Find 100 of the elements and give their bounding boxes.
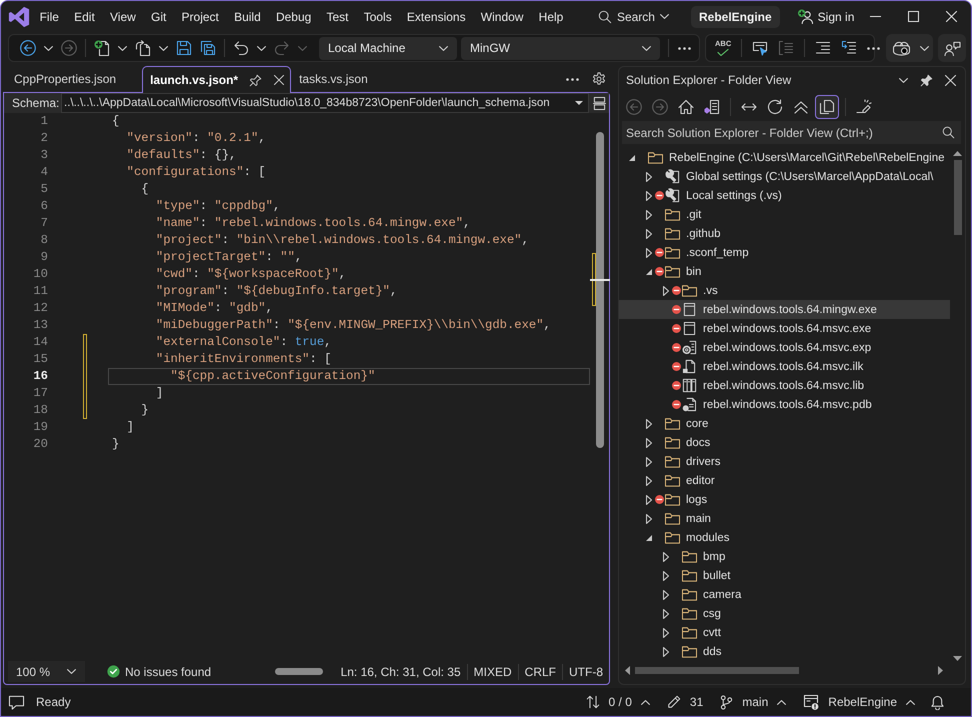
indent-lines-icon[interactable] (815, 40, 832, 56)
scroll-down-arrow-icon[interactable] (953, 656, 962, 661)
scrollbar-thumb[interactable] (596, 132, 604, 448)
line-column-indicator[interactable]: Ln: 16, Ch: 31, Col: 35 (334, 664, 467, 680)
menu-item[interactable]: Help (531, 6, 571, 28)
collapsed-arrow-icon[interactable] (662, 552, 668, 562)
menu-item[interactable]: Project (174, 6, 226, 28)
tree-item[interactable]: modules (619, 528, 950, 547)
collapsed-arrow-icon[interactable] (646, 494, 652, 504)
collapsed-arrow-icon[interactable] (646, 476, 652, 486)
refresh-icon[interactable] (767, 98, 783, 114)
tree-item[interactable]: RebelEngine (C:\Users\Marcel\Git\Rebel\RebelEngine (619, 148, 950, 167)
tree-item[interactable]: camera (619, 585, 950, 604)
menu-item[interactable]: Git (143, 6, 174, 28)
collapsed-arrow-icon[interactable] (662, 646, 668, 656)
collapsed-arrow-icon[interactable] (646, 248, 652, 258)
tree-item[interactable]: rebel.windows.tools.64.msvc.lib (619, 376, 950, 395)
assistant-button[interactable] (886, 34, 933, 62)
menu-item[interactable]: Debug (268, 6, 319, 28)
editor-tab[interactable]: CppProperties.json (6, 66, 142, 92)
menu-item[interactable]: Tools (356, 6, 400, 28)
tree-item[interactable]: main (619, 509, 950, 528)
zoom-dropdown[interactable]: 100 % (8, 661, 85, 682)
pin-icon[interactable] (249, 74, 262, 86)
repository-button[interactable]: RebelEngine (803, 694, 915, 710)
expanded-arrow-icon[interactable] (646, 534, 652, 540)
speech-bubble-icon[interactable] (8, 694, 25, 710)
tree-item[interactable]: rebel.windows.tools.64.msvc.ilk (619, 357, 950, 376)
target-dropdown[interactable]: Local Machine (319, 36, 457, 60)
collapse-all-icon[interactable] (793, 98, 809, 114)
open-file-icon[interactable] (135, 40, 151, 56)
schema-dropdown[interactable]: ..\..\..\..\AppData\Local\Microsoft\VisualStudio\18.0_834b8723\OpenFolder\launch_schema.json (61, 93, 589, 113)
pen-icon[interactable] (856, 98, 872, 114)
collapsed-arrow-icon[interactable] (662, 590, 668, 600)
more-icon[interactable] (566, 78, 579, 80)
tree-item[interactable]: rebel.windows.tools.64.msvc.pdb (619, 395, 950, 414)
close-icon[interactable] (946, 11, 958, 22)
more-icon[interactable] (867, 46, 880, 50)
editor-tab[interactable]: tasks.vs.json (291, 66, 394, 92)
tree-item[interactable]: core (619, 414, 950, 433)
search-field[interactable]: Search Solution Explorer - Folder View (Ctrl+;) (622, 121, 961, 144)
tree-item[interactable]: rebel.windows.tools.64.msvc.exp (619, 338, 950, 357)
close-icon[interactable] (945, 74, 956, 86)
collapsed-arrow-icon[interactable] (646, 190, 652, 200)
scroll-right-arrow-icon[interactable] (938, 666, 943, 674)
encoding-indicator[interactable]: UTF-8 (562, 664, 609, 680)
settings-icon[interactable] (592, 72, 606, 86)
expanded-arrow-icon[interactable] (646, 268, 652, 274)
sync-status-button[interactable]: 0 / 0 (586, 695, 650, 709)
indentation-indicator[interactable]: MIXED (466, 664, 518, 680)
feedback-button[interactable] (938, 34, 966, 62)
tree-item[interactable]: .git (619, 205, 950, 224)
tree-item[interactable]: .vs (619, 281, 950, 300)
collapsed-arrow-icon[interactable] (646, 418, 652, 428)
tree-item[interactable]: .sconf_temp (619, 243, 950, 262)
split-view-icon[interactable] (592, 96, 606, 110)
scroll-left-arrow-icon[interactable] (625, 666, 630, 674)
tree-item[interactable]: bmp (619, 547, 950, 566)
menu-item[interactable]: File (32, 6, 67, 28)
scrollbar-thumb[interactable] (954, 160, 962, 235)
minimize-icon[interactable] (870, 16, 881, 17)
collapsed-arrow-icon[interactable] (646, 210, 652, 220)
menu-item[interactable]: Edit (66, 6, 102, 28)
notifications-icon[interactable] (931, 694, 944, 710)
tree-item[interactable]: .github (619, 224, 950, 243)
collapsed-arrow-icon[interactable] (646, 514, 652, 524)
pin-icon[interactable] (920, 74, 933, 86)
more-icon[interactable] (678, 46, 691, 50)
tree-item[interactable]: rebel.windows.tools.64.mingw.exe (619, 300, 950, 319)
collapsed-arrow-icon[interactable] (662, 286, 668, 296)
menu-item[interactable]: Window (473, 6, 532, 28)
collapsed-arrow-icon[interactable] (662, 608, 668, 618)
scrollbar-thumb[interactable] (275, 668, 324, 675)
collapsed-arrow-icon[interactable] (646, 172, 652, 182)
changes-button[interactable]: 31 (666, 695, 704, 709)
undo-icon[interactable] (233, 40, 249, 56)
line-ending-indicator[interactable]: CRLF (518, 664, 562, 680)
switch-views-icon[interactable] (704, 98, 720, 114)
tree-item[interactable]: rebel.windows.tools.64.msvc.exe (619, 319, 950, 338)
tree-item[interactable]: bin (619, 262, 950, 281)
menu-item[interactable]: View (102, 6, 144, 28)
tree-item[interactable]: editor (619, 471, 950, 490)
tree-item[interactable]: drivers (619, 452, 950, 471)
home-icon[interactable] (678, 98, 694, 114)
scroll-up-arrow-icon[interactable] (953, 151, 962, 156)
menu-item[interactable]: Extensions (399, 6, 474, 28)
configuration-dropdown[interactable]: MinGW (461, 36, 660, 60)
maximize-icon[interactable] (908, 11, 920, 22)
menu-item[interactable]: Test (318, 6, 356, 28)
new-file-icon[interactable] (94, 40, 110, 56)
menu-item[interactable]: Build (226, 6, 268, 28)
issues-button[interactable]: No issues found (107, 664, 212, 678)
tree-item[interactable]: csg (619, 604, 950, 623)
sign-in-button[interactable]: Sign in (794, 4, 856, 28)
expanded-arrow-icon[interactable] (628, 154, 634, 160)
save-all-icon[interactable] (200, 40, 216, 56)
editor-tab[interactable]: launch.vs.json* (142, 66, 292, 93)
tree-item[interactable]: docs (619, 433, 950, 452)
branch-button[interactable]: main (720, 694, 786, 710)
tree-item[interactable]: dds (619, 642, 950, 661)
